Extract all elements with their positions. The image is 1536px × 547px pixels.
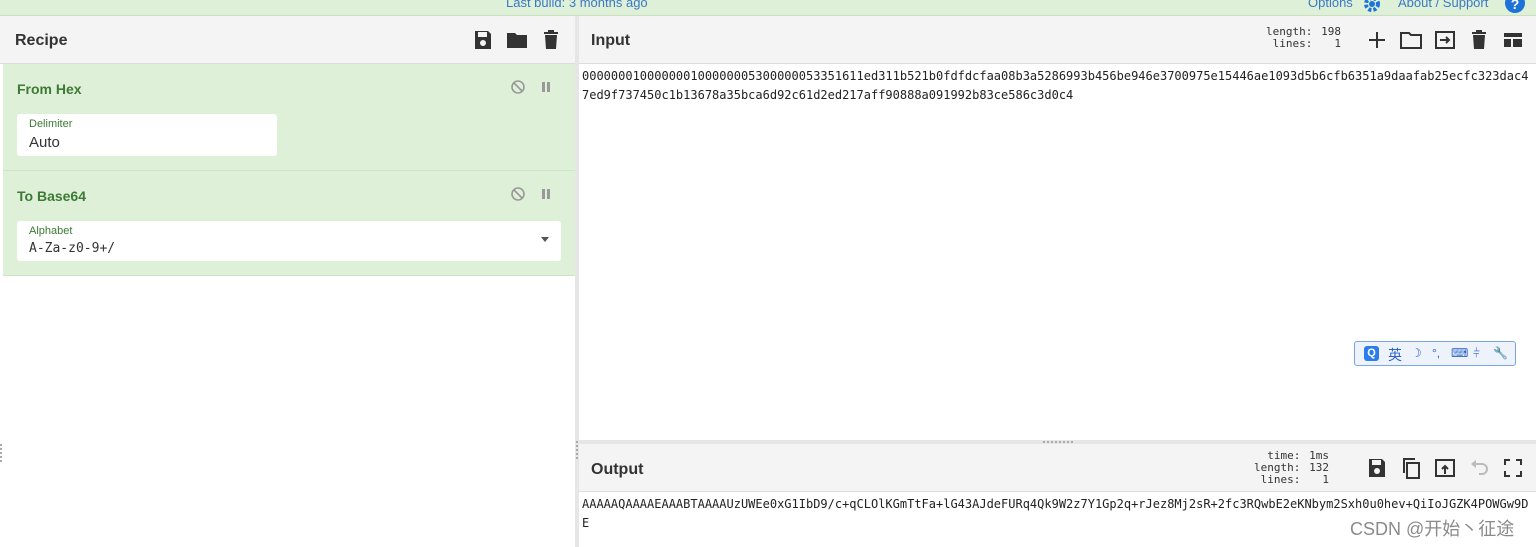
output-title: Output (591, 461, 644, 478)
copy-icon[interactable] (1399, 456, 1423, 480)
io-panel: Input length: 198 lines: 1 0000000100000… (579, 16, 1536, 547)
folder-icon[interactable] (505, 28, 529, 52)
ime-toolbar[interactable]: Q 英 ☽ °, ⌨ ⫩ 🔧 (1354, 341, 1516, 366)
trash-icon[interactable] (539, 28, 563, 52)
operation-to-base64[interactable]: To Base64 Alphabet A-Za-z0-9+/ (3, 171, 575, 276)
alphabet-select[interactable]: Alphabet A-Za-z0-9+/ (17, 221, 561, 261)
delimiter-value[interactable]: Auto (29, 134, 60, 151)
recipe-title: Recipe (15, 32, 68, 49)
lines-label: lines: (1260, 473, 1301, 486)
punctuation-icon[interactable]: °, (1432, 346, 1440, 360)
operation-name: From Hex (17, 81, 82, 97)
input-stats: length: 198 lines: 1 (1259, 26, 1341, 50)
input-header: Input length: 198 lines: 1 (579, 16, 1536, 64)
gear-icon[interactable] (1362, 0, 1382, 14)
undo-icon[interactable] (1467, 456, 1491, 480)
delimiter-field[interactable]: Delimiter Auto (17, 114, 277, 156)
ime-language[interactable]: 英 (1388, 345, 1402, 365)
delimiter-label: Delimiter (29, 118, 73, 130)
options-link[interactable]: Options (1308, 0, 1353, 10)
chevron-down-icon[interactable] (541, 237, 549, 242)
disable-icon[interactable] (510, 186, 526, 202)
output-header: Output time: 1ms length: 132 lines: 1 (579, 444, 1536, 492)
save-icon[interactable] (471, 28, 495, 52)
disable-icon[interactable] (510, 79, 526, 95)
output-stats: time: 1ms length: 132 lines: 1 (1247, 450, 1329, 486)
lines-value: 1 (1334, 37, 1341, 50)
trash-icon[interactable] (1467, 28, 1491, 52)
replace-input-icon[interactable] (1433, 456, 1457, 480)
splitter-grip[interactable] (1043, 441, 1075, 443)
resize-handle[interactable] (0, 444, 2, 462)
layout-icon[interactable] (1501, 28, 1525, 52)
operation-name: To Base64 (17, 188, 86, 204)
pause-icon[interactable] (538, 79, 554, 95)
top-banner: Last build: 3 months ago Options About /… (0, 0, 1536, 16)
save-icon[interactable] (1365, 456, 1389, 480)
fullwidth-icon[interactable]: ⫩ (1473, 346, 1480, 361)
watermark: CSDN @开始丶征途 (1350, 519, 1515, 539)
recipe-header: Recipe (0, 16, 575, 64)
lines-label: lines: (1272, 37, 1313, 50)
fullscreen-icon[interactable] (1501, 456, 1525, 480)
operation-from-hex[interactable]: From Hex Delimiter Auto (3, 64, 575, 171)
recipe-panel: Recipe From Hex Delimiter Auto To Base64 (0, 16, 575, 547)
pause-icon[interactable] (538, 186, 554, 202)
keyboard-icon[interactable]: ⌨ (1451, 346, 1468, 360)
open-folder-icon[interactable] (1399, 28, 1423, 52)
plus-icon[interactable] (1365, 28, 1389, 52)
about-support-link[interactable]: About / Support (1398, 0, 1488, 10)
wrench-icon[interactable]: 🔧 (1493, 346, 1508, 360)
input-file-icon[interactable] (1433, 28, 1457, 52)
help-icon[interactable]: ? (1505, 0, 1525, 13)
ime-logo-icon[interactable]: Q (1364, 346, 1379, 361)
alphabet-value: A-Za-z0-9+/ (29, 241, 116, 256)
alphabet-label: Alphabet (29, 225, 73, 237)
last-build-text: Last build: 3 months ago (506, 0, 648, 10)
input-text[interactable]: 000000010000000100000005300000053351611e… (582, 67, 1532, 105)
splitter-grip[interactable] (576, 441, 578, 459)
moon-icon[interactable]: ☽ (1411, 346, 1422, 360)
lines-value: 1 (1322, 473, 1329, 486)
horizontal-splitter[interactable] (579, 440, 1536, 444)
input-title: Input (591, 32, 631, 49)
